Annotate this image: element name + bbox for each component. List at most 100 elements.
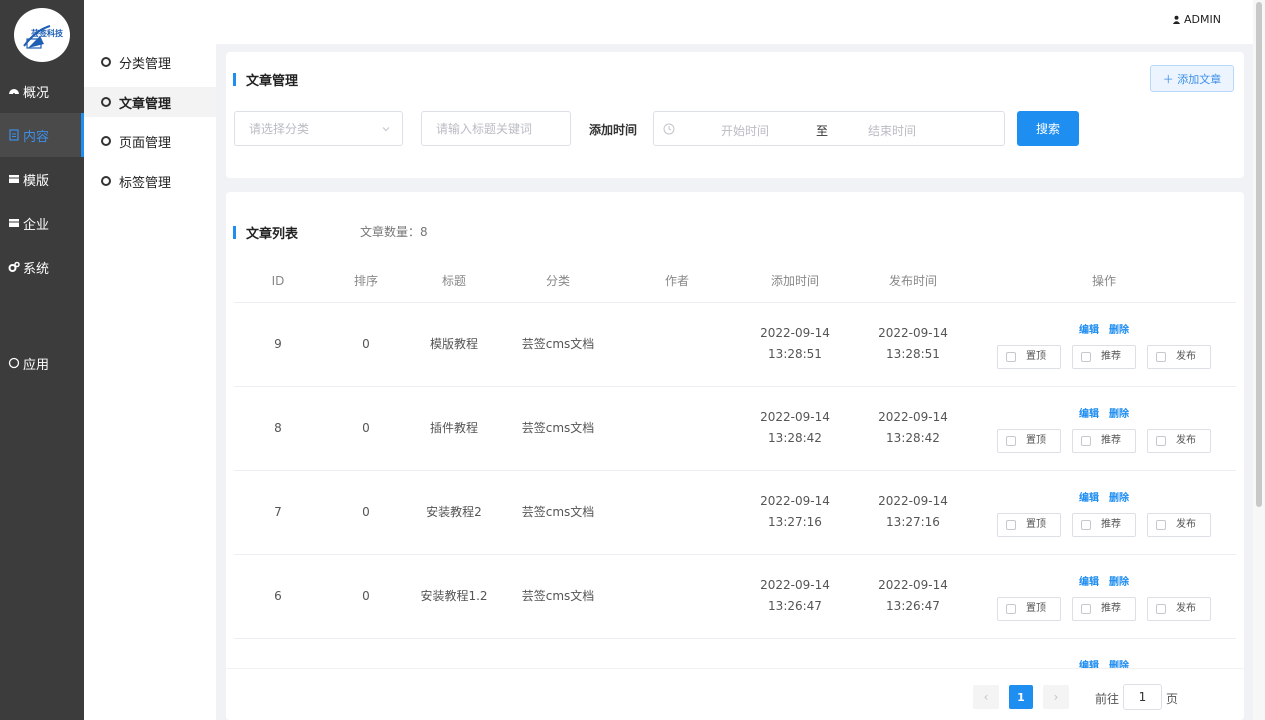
rail-item-overview[interactable]: 概况 xyxy=(0,69,84,113)
cell-author xyxy=(618,302,736,387)
cell-title: 安装教程1.2 xyxy=(410,554,498,639)
submenu-item-categories[interactable]: 分类管理 xyxy=(84,47,216,77)
logo-mark xyxy=(23,25,51,49)
pagination: ‹ 1 › 前往 页 xyxy=(226,668,1244,720)
checkbox-box xyxy=(1006,603,1016,614)
page-scrollbar[interactable] xyxy=(1253,0,1265,720)
category-select-placeholder: 请选择分类 xyxy=(249,122,310,136)
goto-page-input[interactable] xyxy=(1123,684,1162,710)
cell-author xyxy=(618,386,736,471)
row-flags: 置顶 推荐 发布 xyxy=(997,344,1211,369)
delete-link[interactable]: 删除 xyxy=(1109,572,1129,593)
rail-item-template[interactable]: 模版 xyxy=(0,157,84,201)
page-number-current[interactable]: 1 xyxy=(1009,685,1033,709)
ring-icon xyxy=(101,176,111,186)
rail-item-apps[interactable]: 应用 xyxy=(0,341,84,385)
date-range-picker[interactable]: 开始时间 至 结束时间 xyxy=(653,111,1005,146)
checkbox-box xyxy=(1081,351,1091,362)
row-flags: 置顶 推荐 发布 xyxy=(997,596,1211,621)
column-header-id[interactable]: ID xyxy=(234,260,322,303)
column-header-author[interactable]: 作者 xyxy=(618,260,736,303)
recommend-label: 推荐 xyxy=(1101,435,1121,446)
cell-added-time: 2022-09-14 13:27:16 xyxy=(736,470,854,555)
end-time-placeholder[interactable]: 结束时间 xyxy=(868,122,916,139)
page-title-text: 文章管理 xyxy=(246,74,299,89)
rail-item-content[interactable]: 内容 xyxy=(0,113,84,157)
pin-top-label: 置顶 xyxy=(1026,351,1046,362)
content-submenu: 分类管理 文章管理 页面管理 标签管理 xyxy=(84,44,216,720)
pin-top-checkbox[interactable]: 置顶 xyxy=(997,344,1061,369)
recommend-label: 推荐 xyxy=(1101,603,1121,614)
ring-icon xyxy=(101,97,111,107)
cell-actions: 编辑删除置顶 推荐 发布 xyxy=(972,386,1236,471)
row-flags: 置顶 推荐 发布 xyxy=(997,428,1211,453)
article-table: ID 排序 标题 分类 作者 添加时间 发布时间 操作 9 0 模版教程 芸签cms文… xyxy=(234,260,1236,720)
checkbox-box xyxy=(1006,435,1016,446)
checkbox-box xyxy=(1156,603,1166,614)
cell-sort: 0 xyxy=(322,302,410,387)
row-action-links: 编辑 删除 xyxy=(1079,572,1129,593)
delete-link[interactable]: 删除 xyxy=(1109,404,1129,425)
recommend-checkbox[interactable]: 推荐 xyxy=(1072,512,1136,537)
publish-checkbox[interactable]: 发布 xyxy=(1147,428,1211,453)
publish-label: 发布 xyxy=(1176,519,1196,530)
publish-label: 发布 xyxy=(1176,603,1196,614)
title-accent-bar xyxy=(233,73,236,86)
pin-top-checkbox[interactable]: 置顶 xyxy=(997,512,1061,537)
edit-link[interactable]: 编辑 xyxy=(1079,404,1099,425)
column-header-published[interactable]: 发布时间 xyxy=(854,260,972,303)
column-header-added[interactable]: 添加时间 xyxy=(736,260,854,303)
recommend-label: 推荐 xyxy=(1101,519,1121,530)
recommend-checkbox[interactable]: 推荐 xyxy=(1072,596,1136,621)
start-time-placeholder[interactable]: 开始时间 xyxy=(721,122,769,139)
column-header-category[interactable]: 分类 xyxy=(498,260,618,303)
submenu-item-pages[interactable]: 页面管理 xyxy=(84,126,216,156)
prev-page-button[interactable]: ‹ xyxy=(973,685,999,709)
cell-added-time: 2022-09-14 13:26:47 xyxy=(736,554,854,639)
user-menu[interactable]: ADMIN xyxy=(1172,13,1221,26)
rail-item-system[interactable]: 系统 xyxy=(0,245,84,289)
cell-author xyxy=(618,470,736,555)
add-article-button[interactable]: ＋ 添加文章 xyxy=(1150,65,1234,92)
cell-category: 芸签cms文档 xyxy=(498,302,618,387)
ring-icon xyxy=(101,136,111,146)
pin-top-checkbox[interactable]: 置顶 xyxy=(997,596,1061,621)
submenu-item-articles[interactable]: 文章管理 xyxy=(84,87,216,117)
cell-actions: 编辑删除置顶 推荐 发布 xyxy=(972,470,1236,555)
recommend-checkbox[interactable]: 推荐 xyxy=(1072,428,1136,453)
cell-id: 7 xyxy=(234,470,322,555)
column-header-title[interactable]: 标题 xyxy=(410,260,498,303)
cell-published-time: 2022-09-14 13:28:42 xyxy=(854,386,972,471)
cell-title: 安装教程2 xyxy=(410,470,498,555)
publish-checkbox[interactable]: 发布 xyxy=(1147,344,1211,369)
rail-item-enterprise[interactable]: 企业 xyxy=(0,201,84,245)
edit-link[interactable]: 编辑 xyxy=(1079,572,1099,593)
pin-top-checkbox[interactable]: 置顶 xyxy=(997,428,1061,453)
delete-link[interactable]: 删除 xyxy=(1109,320,1129,341)
cell-id: 8 xyxy=(234,386,322,471)
column-header-sort[interactable]: 排序 xyxy=(322,260,410,303)
checkbox-box xyxy=(1081,519,1091,530)
main-nav-rail: 芸签科技 概况 内容 模版 企业 系统 应用 xyxy=(0,0,84,720)
publish-checkbox[interactable]: 发布 xyxy=(1147,512,1211,537)
dashboard-icon xyxy=(8,85,20,97)
search-button[interactable]: 搜索 xyxy=(1017,111,1079,146)
scrollbar-thumb[interactable] xyxy=(1256,2,1262,507)
article-count: 文章数量：8 xyxy=(360,225,428,239)
edit-link[interactable]: 编辑 xyxy=(1079,320,1099,341)
template-icon xyxy=(8,173,20,185)
submenu-item-tags[interactable]: 标签管理 xyxy=(84,166,216,196)
title-keyword-input[interactable] xyxy=(421,111,571,146)
recommend-checkbox[interactable]: 推荐 xyxy=(1072,344,1136,369)
edit-link[interactable]: 编辑 xyxy=(1079,488,1099,509)
category-select[interactable]: 请选择分类 xyxy=(234,111,403,146)
table-row: 7 0 安装教程2 芸签cms文档 2022-09-14 13:27:16 2022-09… xyxy=(234,470,1236,555)
next-page-button[interactable]: › xyxy=(1043,685,1069,709)
delete-link[interactable]: 删除 xyxy=(1109,488,1129,509)
article-list-panel: 文章列表 文章数量：8 ID 排序 标题 分类 作者 添加时间 发布时间 操作 … xyxy=(226,192,1244,720)
checkbox-box xyxy=(1156,435,1166,446)
chevron-down-icon xyxy=(382,127,390,132)
publish-checkbox[interactable]: 发布 xyxy=(1147,596,1211,621)
brand-logo[interactable]: 芸签科技 xyxy=(14,8,70,62)
user-name: ADMIN xyxy=(1184,13,1221,26)
